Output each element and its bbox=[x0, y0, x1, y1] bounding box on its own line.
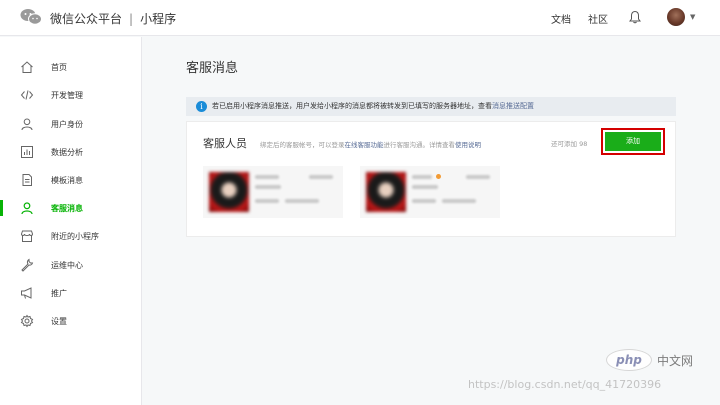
sidebar-item-ops[interactable]: 运维中心 bbox=[0, 255, 141, 275]
card-description: 绑定后的客服帐号，可以登录在线客服功能进行客服沟通。详情查看使用说明 bbox=[260, 139, 481, 149]
sidebar-item-customer-service[interactable]: 客服消息 bbox=[0, 198, 141, 218]
user-icon bbox=[20, 117, 34, 131]
sidebar-item-label: 运维中心 bbox=[51, 260, 83, 270]
sidebar-item-label: 用户身份 bbox=[51, 119, 83, 129]
document-icon bbox=[20, 173, 34, 187]
sidebar-item-home[interactable]: 首页 bbox=[0, 57, 141, 77]
notice-text: 若已启用小程序消息推送，用户发给小程序的消息都将被转发到已填写的服务器地址，查看… bbox=[212, 101, 534, 111]
redacted-status bbox=[466, 175, 490, 179]
sidebar: 首页 开发管理 用户身份 数据分析 模板消息 客服消息 附近的小程序 运维中心 … bbox=[0, 37, 142, 405]
brand-separator: | bbox=[129, 11, 134, 26]
sidebar-item-label: 首页 bbox=[51, 62, 67, 72]
desc-prefix: 绑定后的客服帐号，可以登录 bbox=[260, 141, 345, 149]
sidebar-item-label: 数据分析 bbox=[51, 147, 83, 157]
bell-icon[interactable] bbox=[629, 10, 641, 24]
brand[interactable]: 微信公众平台 | 小程序 bbox=[50, 10, 176, 27]
customer-service-icon bbox=[20, 201, 34, 215]
csdn-watermark-url: https://blog.csdn.net/qq_41720396 bbox=[468, 378, 662, 391]
sidebar-item-settings[interactable]: 设置 bbox=[0, 311, 141, 331]
product-name: 小程序 bbox=[140, 12, 177, 26]
redacted-date bbox=[442, 199, 476, 203]
sidebar-item-label: 设置 bbox=[51, 316, 67, 326]
notice-bar: i 若已启用小程序消息推送，用户发给小程序的消息都将被转发到已填写的服务器地址，… bbox=[186, 97, 676, 116]
remaining-count: 还可添加 98 bbox=[551, 140, 588, 148]
sidebar-item-nearby[interactable]: 附近的小程序 bbox=[0, 226, 141, 246]
gear-icon bbox=[20, 314, 34, 328]
redacted-account bbox=[255, 185, 281, 189]
redacted-date bbox=[285, 199, 319, 203]
online-service-link[interactable]: 在线客服功能 bbox=[345, 141, 384, 149]
brand-name: 微信公众平台 bbox=[50, 12, 123, 26]
card-title: 客服人员 bbox=[203, 137, 247, 150]
sidebar-item-label: 附近的小程序 bbox=[51, 231, 99, 241]
redacted-name bbox=[412, 175, 432, 179]
nav-docs-link[interactable]: 文档 bbox=[551, 11, 571, 26]
sidebar-item-analytics[interactable]: 数据分析 bbox=[0, 142, 141, 162]
code-icon bbox=[20, 88, 34, 102]
bar-chart-icon bbox=[20, 145, 34, 159]
redacted-name bbox=[255, 175, 279, 179]
usage-guide-link[interactable]: 使用说明 bbox=[455, 141, 481, 149]
staff-member-card[interactable] bbox=[360, 166, 500, 218]
wrench-icon bbox=[20, 258, 34, 272]
megaphone-icon bbox=[20, 286, 34, 300]
wechat-logo-icon[interactable] bbox=[20, 8, 42, 26]
online-status-dot bbox=[436, 174, 441, 179]
chevron-down-icon[interactable]: ▼ bbox=[690, 13, 695, 21]
push-config-link[interactable]: 消息推送配置 bbox=[492, 102, 534, 110]
sidebar-item-label: 推广 bbox=[51, 288, 67, 298]
sidebar-item-promotion[interactable]: 推广 bbox=[0, 283, 141, 303]
info-icon: i bbox=[196, 101, 207, 112]
home-icon bbox=[20, 60, 34, 74]
page-title: 客服消息 bbox=[186, 61, 239, 76]
top-bar: 微信公众平台 | 小程序 文档 社区 ▼ bbox=[0, 0, 720, 36]
redacted-status bbox=[309, 175, 333, 179]
sidebar-item-templates[interactable]: 模板消息 bbox=[0, 170, 141, 190]
php-watermark-logo: php bbox=[606, 349, 652, 371]
staff-avatar bbox=[209, 172, 249, 212]
staff-member-card[interactable] bbox=[203, 166, 343, 218]
redacted-account bbox=[412, 185, 438, 189]
sidebar-item-label: 模板消息 bbox=[51, 175, 83, 185]
desc-mid: 进行客服沟通。详情查看 bbox=[383, 141, 456, 149]
nav-community-link[interactable]: 社区 bbox=[588, 11, 608, 26]
sidebar-item-label: 开发管理 bbox=[51, 90, 83, 100]
sidebar-item-dev[interactable]: 开发管理 bbox=[0, 85, 141, 105]
customer-service-staff-card: 客服人员 绑定后的客服帐号，可以登录在线客服功能进行客服沟通。详情查看使用说明 … bbox=[186, 121, 676, 237]
redacted-label bbox=[412, 199, 436, 203]
redacted-label bbox=[255, 199, 279, 203]
notice-message: 若已启用小程序消息推送，用户发给小程序的消息都将被转发到已填写的服务器地址，查看 bbox=[212, 102, 492, 110]
store-icon bbox=[20, 229, 34, 243]
sidebar-item-users[interactable]: 用户身份 bbox=[0, 114, 141, 134]
avatar[interactable] bbox=[667, 8, 685, 26]
add-button[interactable]: 添加 bbox=[601, 128, 665, 155]
staff-avatar bbox=[366, 172, 406, 212]
php-watermark-text: 中文网 bbox=[657, 354, 694, 368]
sidebar-item-label: 客服消息 bbox=[51, 203, 83, 213]
